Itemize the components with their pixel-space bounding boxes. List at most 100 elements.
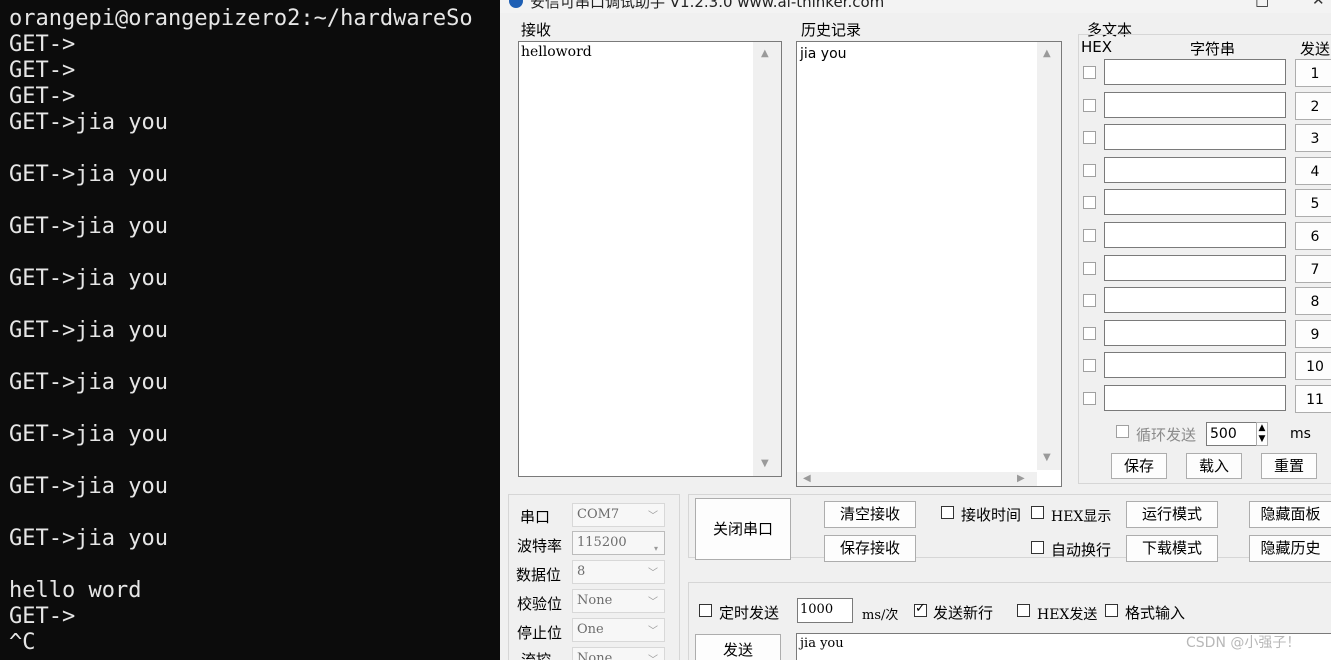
- parity-select[interactable]: None ﹀: [572, 589, 665, 613]
- send-column-header: 发送: [1300, 40, 1331, 58]
- multitext-string-input[interactable]: [1104, 254, 1286, 281]
- multitext-hex-checkbox[interactable]: [1083, 294, 1096, 308]
- run-mode-button[interactable]: 运行模式: [1126, 501, 1218, 528]
- databits-select[interactable]: 8 ﹀: [572, 560, 665, 584]
- scroll-right-icon[interactable]: ▶: [1017, 473, 1025, 484]
- flow-value: None: [577, 651, 613, 660]
- terminal-line: GET->jia you: [9, 422, 168, 447]
- loop-interval-value: 500: [1210, 426, 1237, 442]
- send-newline-checkbox[interactable]: [914, 601, 927, 617]
- databits-label: 数据位: [516, 566, 562, 584]
- multitext-string-input[interactable]: [1104, 189, 1286, 216]
- multitext-send-button[interactable]: 6: [1295, 222, 1331, 250]
- multitext-hex-checkbox[interactable]: [1083, 229, 1096, 242]
- serial-debug-window[interactable]: 安信可串口调试助手 V1.2.3.0 www.ai-thinker.com □ …: [500, 0, 1331, 660]
- baud-label: 波特率: [517, 537, 563, 555]
- send-interval-value: 1000: [800, 602, 834, 617]
- terminal-window[interactable]: ~ ~ ~ ~ ~ ~ ~ ~ ~ ~ ~ orangepi@orangepiz…: [0, 0, 500, 660]
- multitext-hex-checkbox[interactable]: [1083, 359, 1096, 373]
- multitext-send-button[interactable]: 2: [1295, 91, 1331, 120]
- reset-button[interactable]: 重置: [1261, 453, 1317, 479]
- multitext-send-button[interactable]: 7: [1295, 254, 1331, 283]
- clear-receive-button[interactable]: 清空接收: [824, 501, 916, 528]
- scroll-left-icon[interactable]: ◀: [803, 473, 811, 484]
- hide-panel-button[interactable]: 隐藏面板: [1249, 501, 1331, 528]
- scroll-down-icon[interactable]: ▼: [761, 458, 769, 469]
- timed-send-checkbox[interactable]: [699, 604, 712, 617]
- stopbits-label: 停止位: [517, 624, 563, 642]
- load-button[interactable]: 载入: [1186, 453, 1242, 479]
- receive-panel[interactable]: helloword ▲ ▼: [518, 41, 782, 477]
- terminal-line: orangepi@orangepizero2:~/hardwareSo: [9, 6, 473, 31]
- multitext-send-button[interactable]: 3: [1295, 124, 1331, 153]
- chevron-down-icon: ﹀: [648, 568, 658, 579]
- flow-select[interactable]: None ﹀: [572, 647, 665, 660]
- multitext-string-input[interactable]: [1104, 287, 1286, 314]
- multitext-string-input[interactable]: [1104, 156, 1286, 183]
- format-input-checkbox[interactable]: [1105, 604, 1118, 617]
- loop-unit-label: ms: [1290, 426, 1311, 442]
- scroll-up-icon[interactable]: ▲: [1043, 48, 1051, 59]
- close-icon[interactable]: ✕: [1312, 0, 1325, 9]
- multitext-send-button[interactable]: 11: [1295, 385, 1331, 413]
- multitext-hex-checkbox[interactable]: [1083, 131, 1096, 145]
- multitext-string-input[interactable]: [1104, 124, 1286, 151]
- auto-wrap-checkbox[interactable]: [1031, 541, 1044, 554]
- send-button[interactable]: 发送: [695, 634, 781, 660]
- terminal-line: GET->jia you: [9, 526, 168, 551]
- multitext-send-button[interactable]: 4: [1295, 156, 1331, 185]
- hex-send-label: HEX发送: [1037, 607, 1098, 623]
- multitext-hex-checkbox[interactable]: [1083, 392, 1096, 405]
- multitext-hex-checkbox[interactable]: [1083, 66, 1096, 79]
- multitext-hex-checkbox[interactable]: [1083, 326, 1096, 340]
- minimize-icon[interactable]: □: [1255, 0, 1269, 9]
- terminal-line: GET->jia you: [9, 110, 168, 135]
- receive-label: 接收: [521, 21, 552, 39]
- terminal-line: GET->jia you: [9, 474, 168, 499]
- multitext-send-button[interactable]: 5: [1295, 189, 1331, 218]
- save-receive-button[interactable]: 保存接收: [824, 535, 916, 562]
- history-hscrollbar[interactable]: ◀ ▶: [797, 472, 1037, 486]
- chevron-down-icon: ﹀: [648, 650, 658, 660]
- multitext-hex-checkbox[interactable]: [1083, 261, 1096, 275]
- multitext-send-button[interactable]: 8: [1295, 287, 1331, 316]
- multitext-send-button[interactable]: 10: [1295, 352, 1331, 381]
- scroll-down-icon[interactable]: ▼: [1043, 452, 1051, 463]
- multitext-string-input[interactable]: [1104, 352, 1286, 379]
- hex-send-checkbox[interactable]: [1017, 604, 1030, 617]
- terminal-line: GET->jia you: [9, 370, 168, 395]
- loop-send-label: 循环发送: [1136, 426, 1197, 444]
- history-vscrollbar[interactable]: ▲ ▼: [1037, 42, 1061, 470]
- receive-scrollbar[interactable]: ▲ ▼: [753, 42, 781, 476]
- hex-display-checkbox[interactable]: [1031, 506, 1044, 519]
- multitext-hex-checkbox[interactable]: [1083, 196, 1096, 210]
- baud-value: 115200: [577, 535, 627, 550]
- multitext-hex-checkbox[interactable]: [1083, 163, 1096, 177]
- save-button[interactable]: 保存: [1111, 453, 1167, 479]
- multitext-string-input[interactable]: [1104, 59, 1286, 85]
- multitext-send-button[interactable]: 9: [1295, 319, 1331, 348]
- send-interval-input[interactable]: 1000: [797, 598, 853, 623]
- hide-history-button[interactable]: 隐藏历史: [1249, 535, 1331, 562]
- multitext-string-input[interactable]: [1104, 385, 1286, 411]
- history-content: jia you: [800, 46, 847, 62]
- port-select[interactable]: COM7 ﹀: [572, 503, 665, 527]
- flow-label: 流控: [521, 651, 552, 660]
- multitext-string-input[interactable]: [1104, 91, 1286, 118]
- loop-send-checkbox[interactable]: [1116, 425, 1129, 438]
- history-panel[interactable]: jia you ▲ ▼ ◀ ▶: [796, 41, 1062, 487]
- close-port-button[interactable]: 关闭串口: [695, 498, 791, 560]
- scroll-up-icon[interactable]: ▲: [761, 48, 769, 59]
- loop-interval-spinner[interactable]: ▲ ▼: [1256, 422, 1268, 446]
- multitext-hex-checkbox[interactable]: [1083, 98, 1096, 112]
- multitext-string-input[interactable]: [1104, 222, 1286, 248]
- multitext-send-button[interactable]: 1: [1295, 59, 1331, 87]
- terminal-line: GET->jia you: [9, 266, 168, 291]
- download-mode-button[interactable]: 下载模式: [1126, 535, 1218, 562]
- receive-time-checkbox[interactable]: [941, 506, 954, 519]
- send-newline-label: 发送新行: [933, 604, 994, 622]
- stopbits-select[interactable]: One ﹀: [572, 618, 665, 642]
- multitext-string-input[interactable]: [1104, 319, 1286, 346]
- baud-select[interactable]: 115200 ▾: [572, 531, 665, 555]
- receive-content: helloword: [521, 44, 592, 60]
